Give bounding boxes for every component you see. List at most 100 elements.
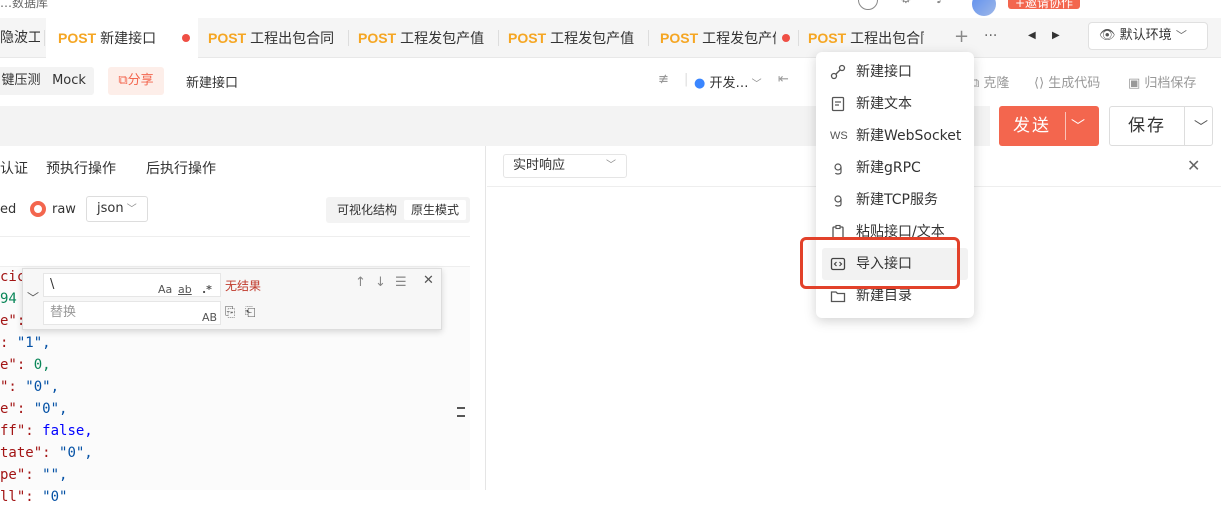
response-mode-select[interactable]: 实时响应 ﹀ — [503, 154, 627, 178]
edit-icon[interactable]: ≢ — [658, 72, 669, 87]
close-icon[interactable]: ✕ — [423, 273, 434, 288]
tab-post-request[interactable]: 后执行操作 — [146, 158, 216, 178]
arrow-up-icon[interactable]: ↑ — [355, 275, 366, 290]
response-mode-label: 实时响应 — [513, 158, 566, 173]
help-icon[interactable] — [858, 0, 878, 10]
menu-item-new-grpc[interactable]: 新建gRPC — [816, 152, 974, 184]
document-icon — [830, 96, 846, 112]
menu-item-new-tcp[interactable]: 新建TCP服务 — [816, 184, 974, 216]
notification-icon[interactable]: ♪ — [936, 0, 944, 7]
link-icon — [830, 64, 846, 80]
add-tab-button[interactable]: + — [954, 26, 969, 47]
code-value: false, — [42, 423, 93, 439]
chevron-down-icon[interactable]: ﹀ — [1071, 116, 1085, 136]
api-name[interactable]: 新建接口 — [186, 72, 238, 91]
whole-word-icon[interactable]: ab — [178, 279, 192, 301]
replace-input[interactable]: 替换 AB — [43, 301, 221, 325]
preserve-case-icon[interactable]: AB — [202, 307, 217, 329]
tab-item[interactable]: POST工程发包产值 — [350, 18, 488, 58]
mode-raw-button[interactable]: 原生模式 — [404, 200, 466, 220]
divider: | — [684, 72, 689, 87]
code-line: ": "0", — [0, 379, 59, 395]
tab-divider — [498, 30, 499, 46]
archive-button[interactable]: ▣ 归档保存 — [1128, 72, 1196, 91]
websocket-icon: WS — [830, 130, 848, 142]
avatar[interactable] — [972, 0, 996, 16]
chevron-down-icon: ﹀ — [1175, 29, 1187, 42]
code-value: 0, — [33, 357, 51, 373]
tab-item[interactable]: 隐波工 — [0, 18, 40, 58]
tab-title: 隐波工 — [0, 30, 40, 46]
code-line: : "1", — [0, 335, 51, 351]
invite-button[interactable]: +邀请协作 — [1008, 0, 1080, 10]
tab-divider — [44, 30, 45, 46]
next-tab-icon[interactable]: ▶ — [1052, 30, 1060, 41]
send-button[interactable]: 发送 ﹀ — [999, 106, 1099, 146]
clone-label: 克隆 — [983, 76, 1010, 91]
code-line: e": "0", — [0, 401, 67, 417]
method-label: POST — [358, 30, 397, 46]
code-icon: ⟨⟩ — [1034, 76, 1049, 91]
list-icon[interactable]: ⇤ — [778, 72, 789, 87]
tab-divider — [648, 30, 649, 46]
tab-item[interactable]: POST工程发包产值 — [650, 18, 776, 58]
raw-label: raw — [52, 202, 76, 217]
replace-one-icon[interactable]: ⎘ — [225, 305, 235, 320]
chevron-down-icon[interactable]: ﹀ — [27, 289, 39, 306]
code-value: "0", — [25, 379, 60, 395]
code-line: tate": "0", — [0, 445, 93, 461]
save-button[interactable]: 保存 ﹀ — [1109, 106, 1213, 146]
menu-item-label: 新建文本 — [856, 96, 912, 112]
menu-item-new-websocket[interactable]: WS 新建WebSocket — [816, 120, 974, 152]
tab-item[interactable]: POST工程出包合同 — [200, 18, 336, 58]
arrow-down-icon[interactable]: ↓ — [375, 275, 386, 290]
format-select[interactable]: json ﹀ — [86, 196, 148, 222]
settings-icon[interactable]: ⚙ — [900, 0, 912, 7]
find-input[interactable]: \ Aa ab .* — [43, 273, 221, 297]
menu-item-label: 新建TCP服务 — [856, 192, 938, 208]
prev-tab-icon[interactable]: ◀ — [1028, 30, 1036, 41]
code-key: ": — [0, 379, 26, 395]
more-tabs-icon[interactable]: ··· — [984, 28, 997, 44]
toolbar-segment: 键压测 Mock — [0, 67, 94, 95]
menu-item-label: 新建接口 — [856, 64, 912, 80]
match-case-icon[interactable]: Aa — [158, 279, 172, 301]
environment-label: 默认环境 — [1119, 28, 1172, 43]
mode-visual-button[interactable]: 可视化结构 — [330, 200, 404, 220]
tab-pre-request[interactable]: 预执行操作 — [46, 158, 116, 178]
code-key: : — [0, 335, 17, 351]
menu-item-label: 新建WebSocket — [856, 128, 962, 144]
tab-title: 工程出包合同 — [850, 31, 924, 47]
menu-item-new-doc[interactable]: 新建文本 — [816, 88, 974, 120]
replace-all-icon[interactable]: ⎗ — [245, 305, 255, 320]
menu-item-new-api[interactable]: 新建接口 — [816, 56, 974, 88]
tab-new-api[interactable]: POST 新建接口 — [46, 18, 198, 58]
mock-tab[interactable]: Mock — [46, 67, 92, 95]
scroll-indicator[interactable] — [457, 407, 465, 417]
chevron-down-icon: ﹀ — [748, 79, 762, 90]
tab-title: 新建接口 — [100, 31, 157, 47]
regex-icon[interactable]: .* — [202, 279, 212, 301]
stress-test-tab[interactable]: 键压测 — [0, 67, 42, 95]
code-line: e": 0, — [0, 357, 51, 373]
tab-auth[interactable]: 认证 — [0, 158, 28, 178]
divider — [1065, 112, 1066, 140]
tcp-icon — [830, 192, 846, 208]
format-label: json — [97, 201, 124, 216]
selection-icon[interactable]: ☰ — [395, 275, 407, 290]
close-icon[interactable]: ✕ — [1187, 156, 1200, 175]
no-result-text: 无结果 — [225, 279, 262, 293]
status-select[interactable]: ● 开发… ﹀ — [694, 72, 762, 91]
clone-button[interactable]: ⧉ 克隆 — [970, 72, 1009, 91]
divider — [1184, 107, 1185, 145]
tab-item[interactable]: POST工程发包产值 — [500, 18, 638, 58]
chevron-down-icon[interactable]: ﹀ — [1194, 117, 1208, 137]
share-button[interactable]: ⧉分享 — [108, 67, 164, 95]
save-label: 保存 — [1128, 116, 1166, 136]
body-type-option[interactable]: ed — [0, 202, 16, 217]
code-key: tate": — [0, 445, 60, 461]
environment-select[interactable]: 👁︎ 默认环境 ﹀ — [1088, 22, 1208, 50]
generate-code-button[interactable]: ⟨⟩ 生成代码 — [1034, 72, 1100, 91]
status-dot-icon: ● — [694, 76, 706, 91]
raw-radio[interactable] — [30, 201, 46, 217]
